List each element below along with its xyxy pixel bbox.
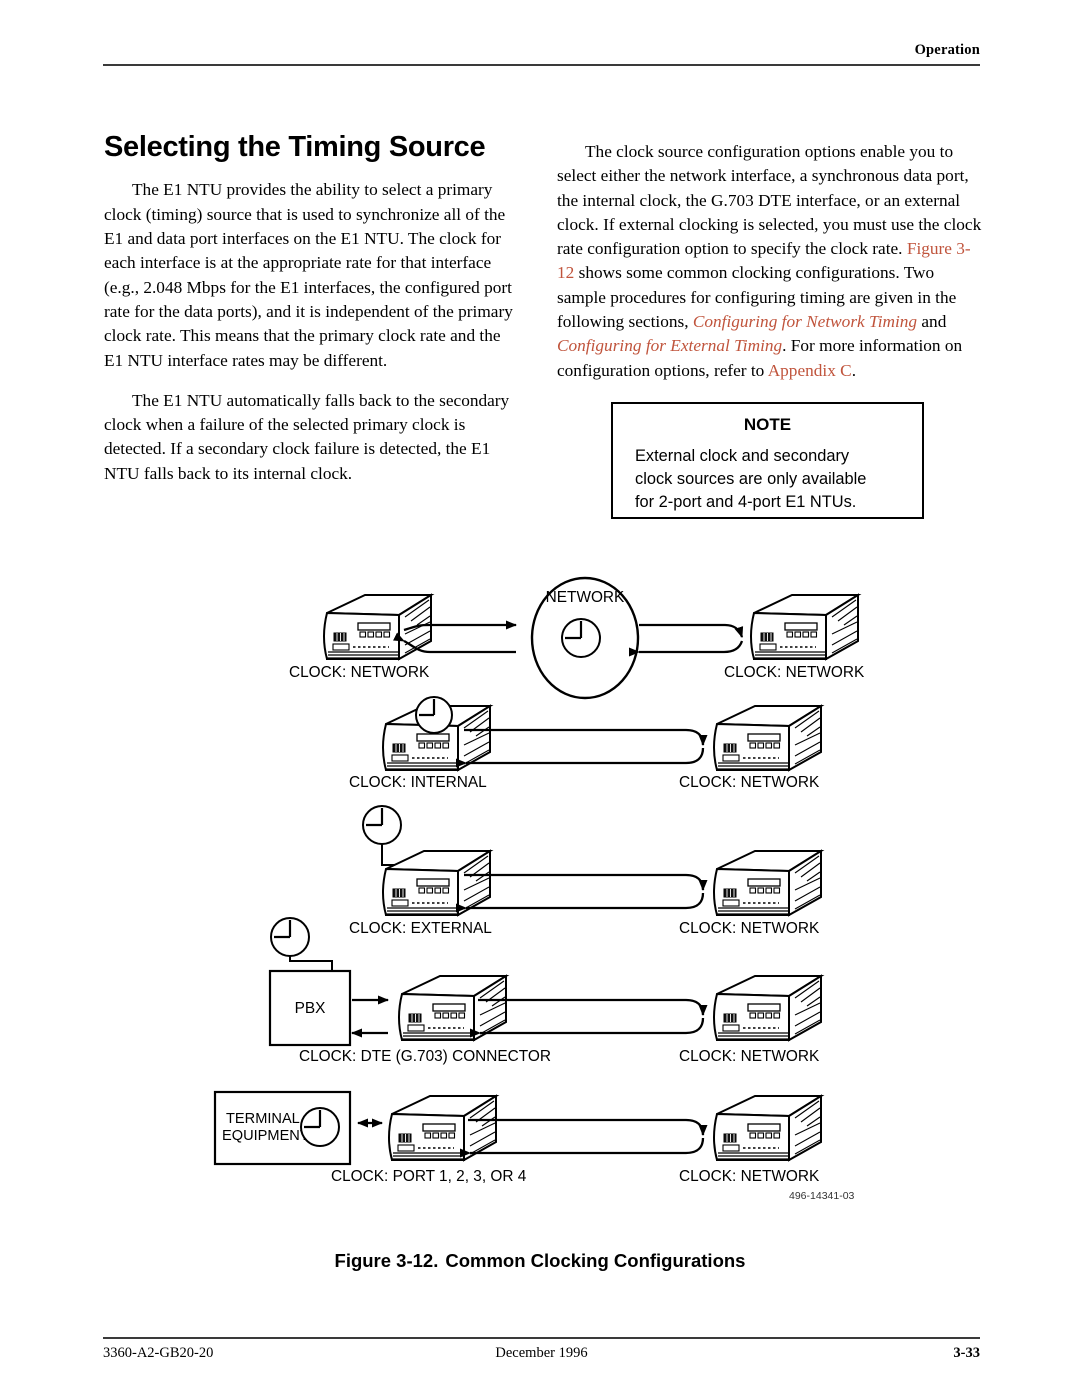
row-label-left: CLOCK: NETWORK [289, 664, 430, 681]
row-label-left: CLOCK: DTE (G.703) CONNECTOR [299, 1048, 551, 1065]
clock-icon [300, 1107, 340, 1147]
text-run: . [851, 360, 857, 380]
figure-3-12-diagram: NETWORK CLOCK: NETWORK CLOCK: NETWORK CL… [0, 545, 1080, 1225]
paragraph-3: The clock source configuration options e… [557, 140, 984, 383]
row-label-right: CLOCK: NETWORK [679, 774, 820, 791]
note-line-2: clock sources are only available [635, 470, 867, 488]
figure-row-dte-to-network: PBX CLOCK: DTE (G.703) CONNECTOR CLOCK: … [268, 917, 822, 1065]
row-label-right: CLOCK: NETWORK [679, 920, 820, 937]
link-configuring-for-network-timing[interactable]: Configuring for Network Timing [693, 312, 917, 331]
ntu-device-icon [750, 594, 859, 660]
ntu-device-icon [398, 975, 507, 1041]
header-rule [103, 64, 980, 66]
ntu-device-icon [713, 1095, 822, 1161]
note-body: External clock and secondary clock sourc… [635, 445, 922, 514]
terminal-equipment-node: TERMINAL EQUIPMENT [213, 1090, 352, 1166]
row-label-left: CLOCK: INTERNAL [349, 774, 487, 791]
ntu-device-icon [713, 850, 822, 916]
page-footer: December 1996 3360-A2-GB20-20 3-33 [103, 1345, 980, 1367]
pbx-node: PBX [268, 969, 352, 1047]
text-run: and [917, 312, 947, 332]
clock-icon [415, 696, 453, 734]
ntu-device-icon [713, 975, 822, 1041]
note-title: NOTE [743, 415, 792, 434]
running-head: Operation [914, 42, 980, 58]
page-title: Selecting the Timing Source [104, 131, 486, 163]
drawing-id: 496-14341-03 [789, 1190, 855, 1202]
figure-row-internal-to-network: CLOCK: INTERNAL CLOCK: NETWORK [349, 696, 822, 791]
figure-row-external-to-network: CLOCK: EXTERNAL CLOCK: NETWORK [349, 805, 822, 937]
right-column: The clock source configuration options e… [557, 140, 984, 383]
ntu-device-icon [713, 705, 822, 771]
clock-icon [270, 917, 310, 957]
paragraph-1: The E1 NTU provides the ability to selec… [104, 180, 513, 370]
row-label-right: CLOCK: NETWORK [679, 1048, 820, 1065]
terminal-equipment-label-line1: TERMINAL [226, 1111, 300, 1127]
page: Operation Selecting the Timing Source Th… [0, 0, 1080, 1397]
paragraph-2: The E1 NTU automatically falls back to t… [104, 390, 510, 483]
note-line-3: for 2-port and 4-port E1 NTUs. [635, 493, 857, 511]
footer-date: December 1996 [495, 1345, 588, 1361]
note-box: NOTE External clock and secondary clock … [611, 402, 924, 519]
figure-caption: Figure 3-12. Common Clocking Configuratio… [0, 1250, 1080, 1272]
footer-rule [103, 1337, 980, 1339]
row-label-right: CLOCK: NETWORK [679, 1168, 820, 1185]
note-line-1: External clock and secondary [635, 447, 850, 465]
row-label-left: CLOCK: EXTERNAL [349, 920, 492, 937]
footer-document-number: 3360-A2-GB20-20 [103, 1345, 214, 1361]
figure-row-network-to-network: NETWORK CLOCK: NETWORK CLOCK: NETWORK [289, 576, 865, 700]
footer-page-number: 3-33 [953, 1345, 980, 1361]
figure-row-port-to-network: TERMINAL EQUIPMENT CLOCK: PORT 1, 2, 3, … [213, 1090, 822, 1185]
row-label-right: CLOCK: NETWORK [724, 664, 865, 681]
link-configuring-for-external-timing[interactable]: Configuring for External Timing [557, 336, 782, 355]
row-label-left: CLOCK: PORT 1, 2, 3, OR 4 [331, 1168, 527, 1185]
clock-icon [560, 617, 602, 659]
left-column: Selecting the Timing Source The E1 NTU p… [104, 132, 524, 486]
link-appendix-c[interactable]: Appendix C [768, 361, 852, 380]
figure-caption-text: Common Clocking Configurations [445, 1250, 746, 1271]
clock-icon [362, 805, 402, 845]
terminal-equipment-label-line2: EQUIPMENT [222, 1128, 309, 1144]
network-cloud-node: NETWORK [530, 576, 640, 700]
network-cloud-label: NETWORK [546, 589, 625, 606]
figure-caption-number: Figure 3-12. [334, 1250, 439, 1271]
ntu-device-icon [382, 850, 491, 916]
ntu-device-icon [388, 1095, 497, 1161]
pbx-label: PBX [295, 1000, 326, 1017]
